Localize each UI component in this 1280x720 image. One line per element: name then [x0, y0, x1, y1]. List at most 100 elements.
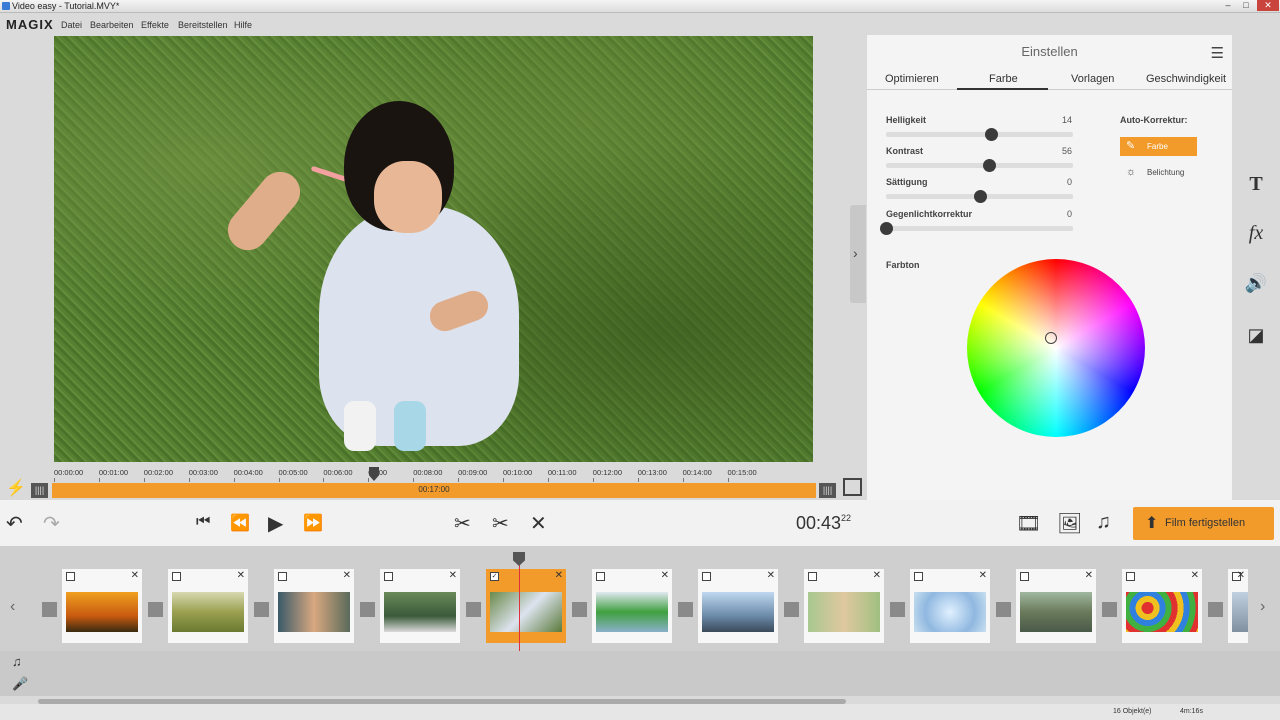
split-scissors-icon[interactable]: ✂ [492, 511, 509, 536]
clip-remove-icon[interactable]: ✕ [1191, 570, 1199, 581]
lightning-icon[interactable]: ⚡ [6, 478, 26, 498]
storyboard-clip[interactable]: ✓ ✕ [486, 569, 566, 643]
scroll-left-icon[interactable]: ‹ [10, 598, 15, 616]
clip-remove-icon[interactable]: ✕ [343, 570, 351, 581]
clip-remove-icon[interactable]: ✕ [237, 570, 245, 581]
clip-remove-icon[interactable]: ✕ [661, 570, 669, 581]
transition-slot[interactable] [1208, 602, 1223, 617]
play-icon[interactable]: ▶ [268, 511, 283, 536]
kontrast-slider[interactable] [886, 159, 1073, 172]
transition-slot[interactable] [678, 602, 693, 617]
range-end-handle[interactable]: |||| [819, 483, 836, 498]
fullscreen-icon[interactable] [843, 478, 862, 496]
transition-slot[interactable] [784, 602, 799, 617]
gegenlicht-slider[interactable] [880, 222, 1073, 235]
text-tool-icon[interactable]: T [1244, 173, 1268, 197]
kontrast-slider-knob[interactable] [982, 159, 996, 172]
skip-start-icon[interactable]: ⏮ [196, 513, 210, 531]
storyboard-clip[interactable]: ✕ [168, 569, 248, 643]
crop-contrast-icon[interactable]: ◪ [1244, 325, 1268, 349]
menu-bereitstellen[interactable]: Bereitstellen [178, 20, 228, 30]
hue-wheel-cursor[interactable] [1045, 332, 1057, 344]
menu-bearbeiten[interactable]: Bearbeiten [90, 20, 134, 30]
range-start-handle[interactable]: |||| [31, 483, 48, 498]
storyboard-clip[interactable]: ✕ [698, 569, 778, 643]
clip-remove-icon[interactable]: ✕ [1085, 570, 1093, 581]
transition-slot[interactable] [466, 602, 481, 617]
auto-farbe-button[interactable]: ✎ Farbe [1120, 137, 1197, 156]
delete-x-icon[interactable]: ✕ [530, 511, 547, 536]
helligkeit-slider-knob[interactable] [984, 128, 998, 141]
hamburger-menu-icon[interactable]: ☰ [1211, 44, 1224, 62]
menu-datei[interactable]: Datei [61, 20, 82, 30]
tab-vorlagen[interactable]: Vorlagen [1071, 73, 1114, 85]
effects-fx-icon[interactable]: fx [1244, 222, 1268, 246]
transition-slot[interactable] [148, 602, 163, 617]
transition-slot[interactable] [42, 602, 57, 617]
rewind-icon[interactable]: ⏪ [230, 513, 250, 533]
range-bar[interactable]: 00:17:00 [52, 483, 816, 498]
clip-remove-icon[interactable]: ✕ [449, 570, 457, 581]
panel-collapse-tab[interactable]: › [850, 205, 866, 303]
clip-checkbox[interactable] [596, 572, 605, 581]
clip-checkbox[interactable] [278, 572, 287, 581]
transition-slot[interactable] [890, 602, 905, 617]
microphone-icon[interactable]: 🎤 [12, 676, 28, 692]
hue-color-wheel[interactable] [967, 259, 1145, 437]
clip-checkbox[interactable] [702, 572, 711, 581]
transition-slot[interactable] [360, 602, 375, 617]
cut-remove-start-icon[interactable]: ✂ [454, 511, 471, 536]
clip-remove-icon[interactable]: ✕ [767, 570, 775, 581]
tab-geschwindigkeit[interactable]: Geschwindigkeit [1146, 73, 1226, 85]
tab-farbe[interactable]: Farbe [989, 73, 1018, 85]
clip-checkbox[interactable] [914, 572, 923, 581]
storyboard-clip[interactable]: ✕ [1016, 569, 1096, 643]
clip-checkbox[interactable] [66, 572, 75, 581]
clip-checkbox[interactable] [384, 572, 393, 581]
storyboard-clip[interactable]: ✕ [1228, 569, 1248, 643]
fast-forward-icon[interactable]: ⏩ [303, 513, 323, 533]
clip-remove-icon[interactable]: ✕ [555, 570, 563, 581]
storyboard-clip[interactable]: ✕ [1122, 569, 1202, 643]
storyboard-clip[interactable]: ✕ [380, 569, 460, 643]
maximize-button[interactable]: □ [1238, 0, 1254, 11]
clip-remove-icon[interactable]: ✕ [1237, 570, 1245, 581]
music-track-icon[interactable]: ♫ [12, 654, 22, 669]
transition-slot[interactable] [1102, 602, 1117, 617]
saettigung-slider-knob[interactable] [973, 190, 987, 203]
redo-icon[interactable]: ↷ [43, 511, 60, 536]
storyboard-clip[interactable]: ✕ [910, 569, 990, 643]
transition-slot[interactable] [572, 602, 587, 617]
clip-checkbox[interactable] [808, 572, 817, 581]
add-photo-icon[interactable]: 🖼 [1057, 511, 1082, 536]
helligkeit-slider[interactable] [886, 128, 1073, 141]
gegenlicht-slider-knob[interactable] [880, 222, 893, 235]
finish-movie-button[interactable]: ⬆ Film fertigstellen [1133, 507, 1274, 540]
transition-slot[interactable] [996, 602, 1011, 617]
menu-effekte[interactable]: Effekte [141, 20, 169, 30]
clip-remove-icon[interactable]: ✕ [131, 570, 139, 581]
scroll-right-icon[interactable]: › [1260, 598, 1265, 616]
storyboard-clip[interactable]: ✕ [62, 569, 142, 643]
clip-checkbox[interactable] [172, 572, 181, 581]
storyboard-clip[interactable]: ✕ [804, 569, 884, 643]
video-preview[interactable] [54, 36, 813, 462]
transition-slot[interactable] [254, 602, 269, 617]
add-music-icon[interactable]: ♫ [1096, 511, 1111, 534]
tab-optimieren[interactable]: Optimieren [885, 73, 939, 85]
clip-remove-icon[interactable]: ✕ [979, 570, 987, 581]
clip-checkbox[interactable]: ✓ [490, 572, 499, 581]
undo-icon[interactable]: ↶ [6, 511, 23, 536]
storyboard-clip[interactable]: ✕ [274, 569, 354, 643]
add-video-icon[interactable]: 🎞 [1016, 511, 1041, 536]
clip-remove-icon[interactable]: ✕ [873, 570, 881, 581]
minimize-button[interactable]: – [1220, 0, 1236, 11]
clip-checkbox[interactable] [1020, 572, 1029, 581]
audio-volume-icon[interactable]: 🔊 [1244, 273, 1268, 297]
clip-checkbox[interactable] [1126, 572, 1135, 581]
storyboard-clip[interactable]: ✕ [592, 569, 672, 643]
saettigung-slider[interactable] [886, 190, 1073, 203]
close-window-button[interactable]: ✕ [1257, 0, 1279, 11]
menu-hilfe[interactable]: Hilfe [234, 20, 252, 30]
timeline-ruler[interactable]: 00:00:00 00:01:00 00:02:00 00:03:00 00:04:00… [54, 468, 814, 482]
